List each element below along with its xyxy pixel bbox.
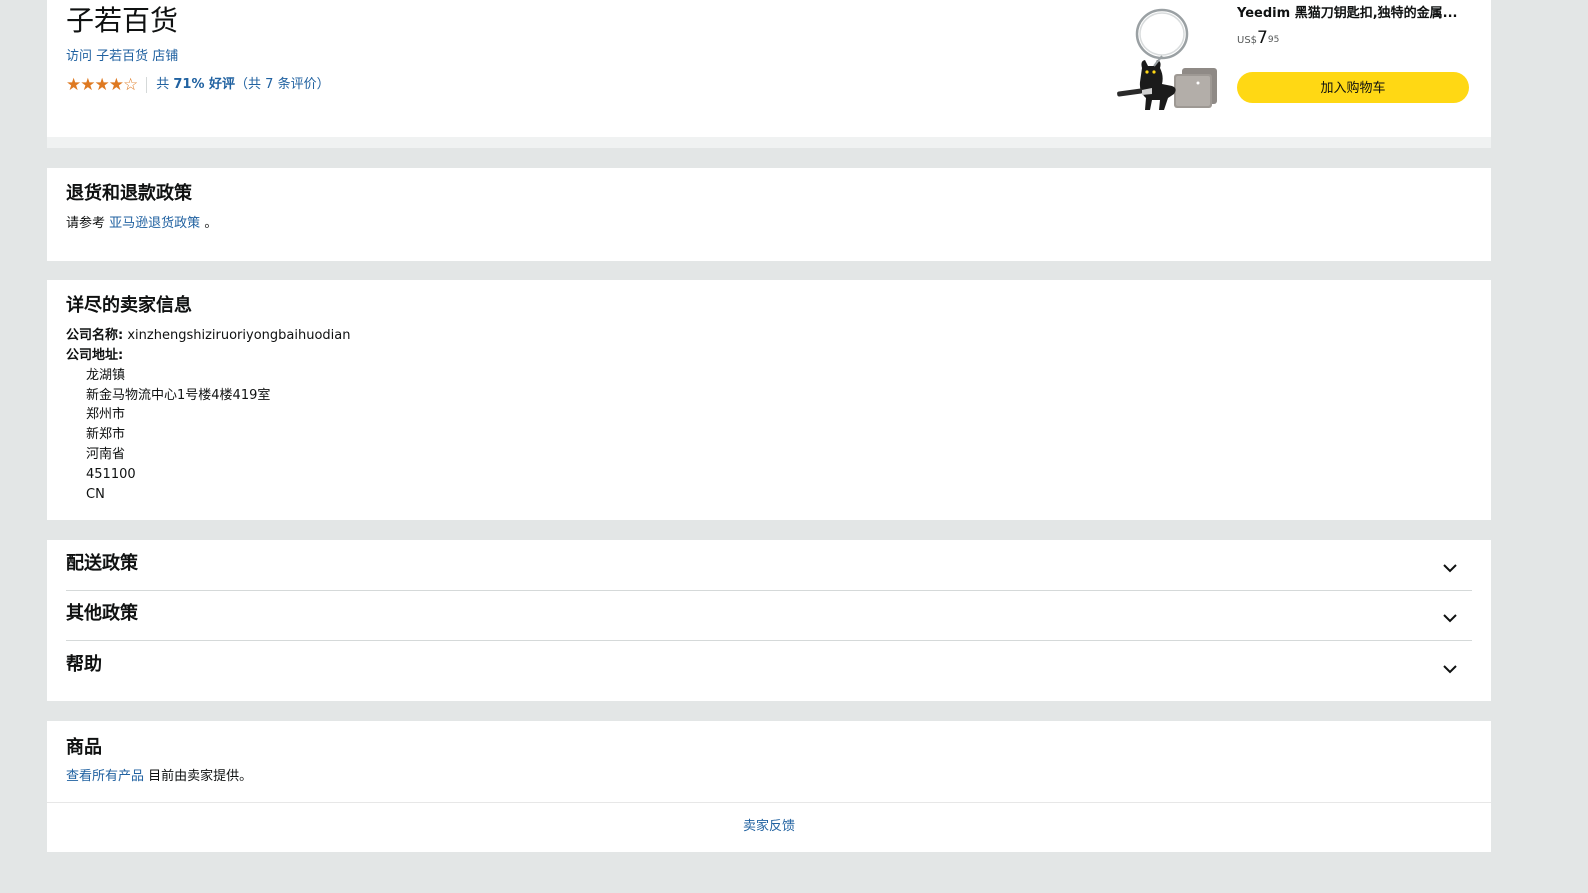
price-currency: US$: [1237, 35, 1258, 46]
return-policy-title: 退货和退款政策: [66, 183, 192, 204]
products-card: 商品 查看所有产品 目前由卖家提供。 卖家反馈: [47, 721, 1491, 852]
seller-info-title: 详尽的卖家信息: [66, 295, 192, 316]
product-price: US$795: [1237, 28, 1279, 51]
accordion-title: 配送政策: [66, 553, 138, 574]
header-bottom-strip: [47, 137, 1491, 148]
chevron-down-icon: [1443, 564, 1457, 573]
return-policy-card: 退货和退款政策 请参考 亚马逊退货政策 。: [47, 168, 1491, 261]
chevron-down-icon: [1443, 665, 1457, 674]
store-rating: ★★★★☆ 共 71% 好评（共 7 条评价）: [66, 76, 330, 94]
company-name: 公司名称: xinzhengshiziruoriyongbaihuodian: [66, 326, 350, 346]
store-name: 子若百货: [66, 4, 179, 37]
address-line: 龙湖镇: [86, 368, 126, 383]
return-policy-text: 请参考 亚马逊退货政策 。: [66, 214, 217, 234]
rating-prefix: 共: [156, 77, 170, 92]
products-title: 商品: [66, 737, 102, 758]
price-fraction: 95: [1267, 35, 1280, 45]
rating-divider: [146, 77, 148, 93]
seller-feedback-link[interactable]: 卖家反馈: [743, 819, 795, 834]
address-line: 郑州市: [86, 407, 126, 422]
price-whole: 7: [1257, 28, 1268, 48]
amazon-return-policy-link[interactable]: 亚马逊退货政策: [109, 216, 200, 231]
products-suffix: 目前由卖家提供。: [148, 769, 253, 784]
empty-star-icon: ☆: [122, 75, 138, 95]
add-to-cart-button[interactable]: 加入购物车: [1237, 72, 1469, 103]
return-policy-suffix: 。: [204, 216, 218, 231]
accordion-title: 其他政策: [66, 603, 138, 624]
address-line: CN: [86, 487, 105, 502]
company-address-label: 公司地址:: [66, 348, 124, 363]
policies-accordion-card: 配送政策 其他政策 帮助: [47, 540, 1491, 701]
address-line: 451100: [86, 467, 136, 482]
visit-store-link[interactable]: 访问 子若百货 店铺: [66, 48, 178, 66]
view-all-products-link[interactable]: 查看所有产品: [66, 769, 144, 784]
rating-summary-link[interactable]: 共 71% 好评（共 7 条评价）: [156, 76, 329, 94]
rating-percent: 71% 好评: [173, 77, 236, 92]
product-title-link[interactable]: Yeedim 黑猫刀钥匙扣,独特的金属...: [1237, 5, 1477, 23]
rating-stars-icon[interactable]: ★★★★☆: [66, 75, 138, 95]
accordion-shipping-policy[interactable]: 配送政策: [66, 540, 1472, 590]
accordion-other-policies[interactable]: 其他政策: [66, 590, 1472, 640]
accordion-title: 帮助: [66, 654, 102, 675]
store-header-card: 子若百货 访问 子若百货 店铺 ★★★★☆ 共 71% 好评（共 7 条评价） …: [47, 0, 1491, 137]
rating-count: （共 7 条评价）: [235, 77, 330, 92]
products-text: 查看所有产品 目前由卖家提供。: [66, 767, 252, 787]
address-line: 新金马物流中心1号楼4楼419室: [86, 388, 271, 403]
address-line: 河南省: [86, 447, 126, 462]
keychain-illustration: [1117, 8, 1217, 110]
company-name-label: 公司名称:: [66, 328, 124, 343]
return-policy-prefix: 请参考: [66, 216, 106, 231]
chevron-down-icon: [1443, 614, 1457, 623]
address-line: 新郑市: [86, 427, 126, 442]
cat-keychain-image[interactable]: [1112, 6, 1222, 116]
accordion-help[interactable]: 帮助: [66, 641, 1472, 691]
seller-info-card: 详尽的卖家信息 公司名称: xinzhengshiziruoriyongbaih…: [47, 280, 1491, 520]
company-name-value: xinzhengshiziruoriyongbaihuodian: [127, 328, 351, 343]
seller-feedback-row: 卖家反馈: [47, 817, 1491, 837]
filled-stars-icon: ★★★★: [66, 75, 124, 95]
products-divider: [47, 802, 1491, 803]
